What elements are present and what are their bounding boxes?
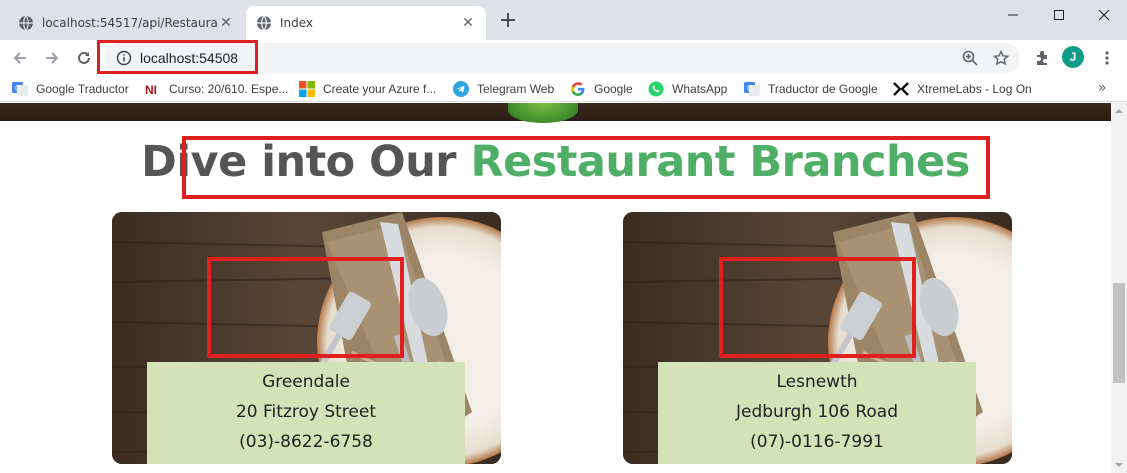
reload-button[interactable]	[72, 46, 96, 70]
bookmark-google[interactable]: Google	[570, 80, 633, 98]
globe-icon	[19, 15, 33, 31]
forward-button[interactable]	[40, 46, 64, 70]
heading-highlight-box	[182, 136, 990, 199]
xtremelabs-icon	[893, 82, 909, 96]
branch-highlight-box	[207, 257, 404, 358]
bookmark-label: WhatsApp	[672, 82, 728, 96]
bookmark-label: Traductor de Google	[768, 82, 878, 96]
bookmark-label: Google Traductor	[36, 82, 129, 96]
page-scrollbar[interactable]	[1111, 103, 1127, 473]
bookmark-label: Telegram Web	[477, 82, 555, 96]
menu-dots-icon[interactable]	[1097, 48, 1117, 68]
bookmark-azure[interactable]: Create your Azure f...	[299, 80, 436, 98]
bookmark-label: Curso: 20/610. Espe...	[169, 82, 289, 96]
zoom-icon[interactable]	[960, 48, 980, 68]
profile-avatar[interactable]: J	[1062, 46, 1084, 68]
more-bookmarks-icon[interactable]: »	[1098, 80, 1107, 96]
bookmark-xtremelabs[interactable]: XtremeLabs - Log On	[893, 80, 1032, 98]
close-icon[interactable]: ✕	[460, 15, 476, 31]
reload-icon	[78, 51, 90, 64]
branch-info-panel: Lesnewth Jedburgh 106 Road (07)-0116-799…	[658, 362, 976, 464]
ni-icon: NI	[145, 83, 157, 97]
branch-name: Lesnewth	[776, 372, 858, 392]
svg-text:NI: NI	[145, 83, 157, 97]
scroll-down-icon[interactable]	[1115, 461, 1123, 469]
bookmark-star-icon[interactable]	[991, 48, 1011, 68]
tab-strip: localhost:54517/api/RestaurantBr ✕ Index…	[0, 0, 1127, 40]
close-icon[interactable]: ✕	[218, 15, 234, 31]
bookmarks-bar: G Google Traductor NI Curso: 20/610. Esp…	[0, 76, 1127, 102]
tab-title: localhost:54517/api/RestaurantBr	[42, 16, 218, 30]
maximize-icon	[1054, 10, 1064, 20]
bookmark-telegram[interactable]: Telegram Web	[453, 80, 554, 98]
bookmark-label: Google	[594, 82, 633, 96]
close-icon	[1098, 9, 1110, 21]
svg-text:G: G	[747, 84, 753, 93]
close-window-button[interactable]	[1081, 0, 1127, 30]
tab-index[interactable]: Index ✕	[246, 6, 486, 40]
arrow-left-icon	[13, 52, 26, 64]
back-button[interactable]	[8, 46, 32, 70]
bookmark-google-traductor[interactable]: G Google Traductor	[12, 80, 129, 98]
minimize-icon	[1008, 14, 1018, 16]
branch-phone: (07)-0116-7991	[750, 432, 884, 452]
telegram-icon	[453, 81, 469, 97]
tab-title: Index	[280, 16, 314, 30]
branch-address: Jedburgh 106 Road	[736, 402, 898, 422]
bookmark-label: Create your Azure f...	[323, 82, 437, 96]
page-viewport: Dive into Our Restaurant Branches Greend…	[0, 103, 1111, 473]
browser-toolbar: localhost:54508 J	[0, 40, 1127, 76]
microsoft-icon	[299, 81, 315, 97]
globe-icon	[257, 15, 271, 31]
tab-api-restaurant[interactable]: localhost:54517/api/RestaurantBr ✕	[8, 6, 244, 40]
google-translate-icon: G	[744, 82, 760, 96]
bookmark-label: XtremeLabs - Log On	[917, 82, 1032, 96]
branch-highlight-box	[719, 257, 916, 358]
maximize-button[interactable]	[1036, 0, 1082, 30]
google-translate-icon: G	[12, 82, 28, 96]
scroll-thumb[interactable]	[1113, 283, 1125, 383]
minimize-button[interactable]	[990, 0, 1036, 30]
branch-phone: (03)-8622-6758	[239, 432, 373, 452]
bookmark-curso[interactable]: NI Curso: 20/610. Espe...	[145, 80, 288, 98]
arrow-right-icon	[46, 52, 59, 64]
branch-address: 20 Fitzroy Street	[235, 402, 377, 422]
whatsapp-icon	[648, 81, 664, 97]
address-highlight-box	[97, 40, 258, 74]
extensions-icon[interactable]	[1032, 48, 1052, 68]
branch-info-panel: Greendale 20 Fitzroy Street (03)-8622-67…	[147, 362, 465, 464]
branch-name: Greendale	[262, 372, 350, 392]
new-tab-button[interactable]: +	[496, 10, 520, 34]
bookmark-traductor-google[interactable]: G Traductor de Google	[744, 80, 878, 98]
bookmark-whatsapp[interactable]: WhatsApp	[648, 80, 727, 98]
scroll-up-icon[interactable]	[1115, 107, 1123, 115]
google-icon	[571, 82, 585, 96]
svg-text:G: G	[15, 84, 21, 93]
